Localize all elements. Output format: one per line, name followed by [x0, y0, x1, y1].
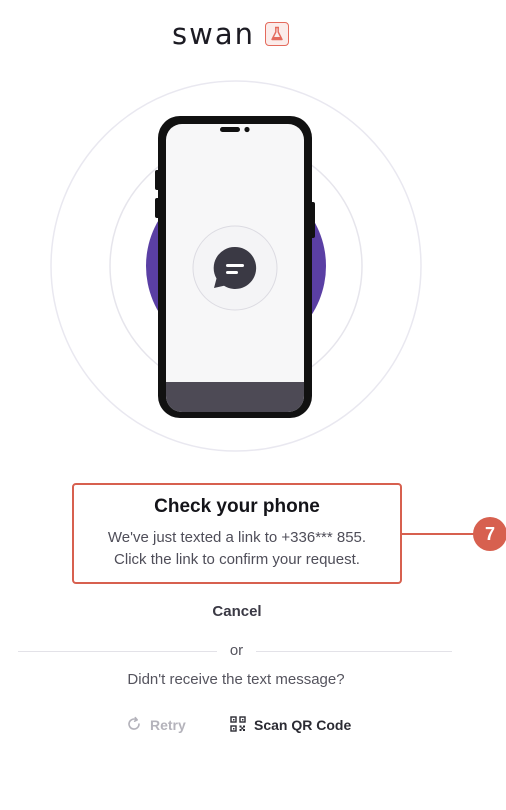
cancel-button[interactable]: Cancel: [187, 600, 287, 622]
scan-qr-button[interactable]: Scan QR Code: [230, 714, 351, 736]
flask-icon: [264, 22, 289, 46]
retry-button[interactable]: Retry: [126, 714, 186, 736]
didnt-receive-text: Didn't receive the text message?: [127, 671, 345, 688]
message-title: Check your phone: [154, 496, 320, 517]
divider-right: [256, 651, 452, 652]
step-number-badge: 7: [473, 517, 506, 551]
smartphone-icon: [155, 116, 315, 418]
divider-left: [18, 651, 217, 652]
swan-logo: swan: [172, 17, 255, 51]
message-line-1: We've just texted a link to +336*** 855.: [107, 529, 367, 546]
qr-code-icon: [230, 715, 246, 735]
chat-bubble-icon: [213, 246, 257, 289]
retry-label: Retry: [150, 717, 186, 733]
scan-qr-label: Scan QR Code: [254, 717, 352, 733]
refresh-icon: [126, 716, 142, 735]
check-phone-message: Check your phone We've just texted a lin…: [72, 483, 402, 584]
annotation-connector: [402, 533, 474, 535]
or-separator: or: [229, 642, 244, 659]
brand-header: swan: [172, 18, 289, 50]
message-line-2: Click the link to confirm your request.: [114, 551, 360, 568]
verification-page: swan Check your phone We've just texted …: [0, 0, 506, 810]
phone-illustration: [50, 80, 422, 452]
